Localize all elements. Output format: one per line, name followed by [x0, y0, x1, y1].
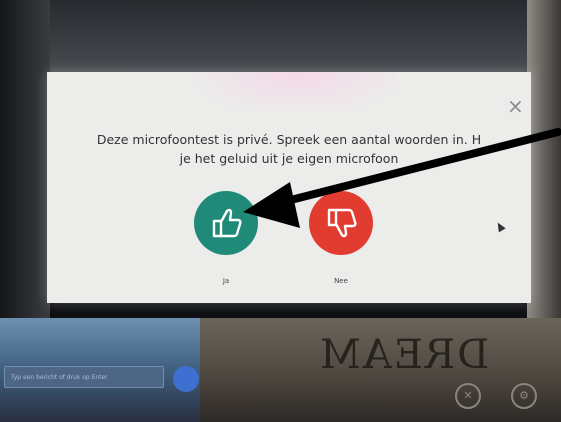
annotation-arrow-icon: [243, 128, 561, 228]
screen: Typ een bericht of druk op Enter DREAM ✕…: [0, 0, 561, 422]
